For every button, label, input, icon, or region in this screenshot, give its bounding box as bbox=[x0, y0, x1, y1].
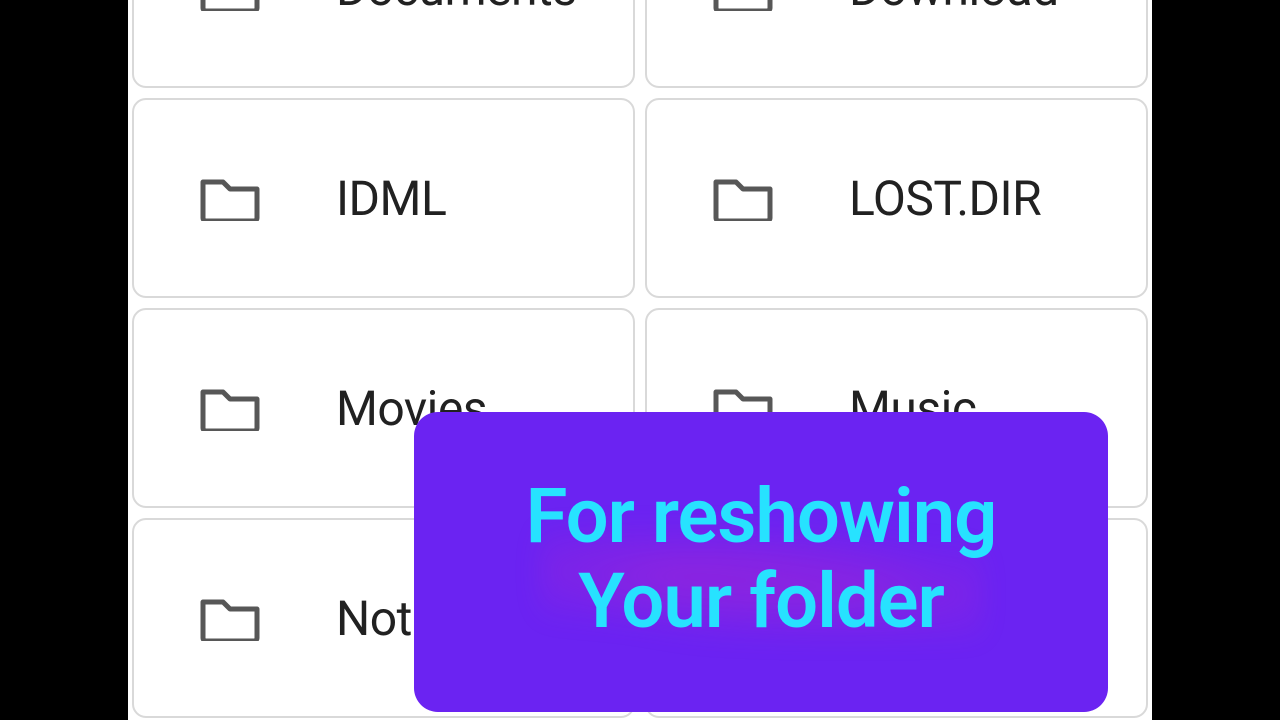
folder-label: IDML bbox=[336, 170, 446, 227]
folder-row: Documents Download bbox=[128, 0, 1152, 88]
folder-icon bbox=[200, 385, 260, 431]
folder-row: IDML LOST.DIR bbox=[128, 98, 1152, 298]
folder-icon bbox=[713, 0, 773, 11]
caption-line-2: Your folder bbox=[578, 559, 944, 644]
folder-card-lostdir[interactable]: LOST.DIR bbox=[645, 98, 1148, 298]
caption-overlay: For reshowing Your folder bbox=[414, 412, 1108, 712]
folder-label: LOST.DIR bbox=[849, 170, 1041, 227]
folder-label: Download bbox=[849, 0, 1059, 17]
caption-line-1: For reshowing bbox=[526, 474, 997, 559]
folder-icon bbox=[200, 175, 260, 221]
folder-icon bbox=[200, 595, 260, 641]
folder-card-download[interactable]: Download bbox=[645, 0, 1148, 88]
folder-label: Documents bbox=[336, 0, 577, 17]
folder-card-documents[interactable]: Documents bbox=[132, 0, 635, 88]
folder-icon bbox=[200, 0, 260, 11]
file-manager-viewport: Documents Download IDML LOST.DIR bbox=[128, 0, 1152, 720]
folder-card-idml[interactable]: IDML bbox=[132, 98, 635, 298]
folder-icon bbox=[713, 175, 773, 221]
